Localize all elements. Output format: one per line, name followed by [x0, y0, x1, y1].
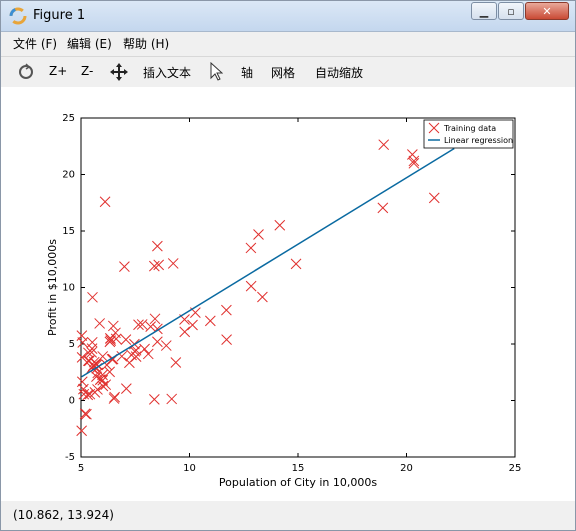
- autoscale-button[interactable]: 自动缩放: [315, 64, 363, 81]
- y-tick-label: -5: [65, 452, 75, 463]
- scatter-plot[interactable]: 5 10 15 20 25 -5 0 5 10 15 20 25 Population of City …: [1, 87, 575, 501]
- minimize-button[interactable]: ▁: [471, 2, 497, 20]
- maximize-icon: ▫: [507, 4, 515, 18]
- y-tick-label: 20: [62, 170, 75, 181]
- menu-edit[interactable]: 编辑 (E): [67, 35, 112, 52]
- toolbar: Z+ Z- 插入文本 轴 网格 自动缩放: [1, 56, 575, 88]
- y-tick-label: 0: [69, 396, 75, 407]
- axes-button[interactable]: 轴: [241, 64, 253, 81]
- x-tick-label: 15: [292, 463, 305, 474]
- x-tick-label: 20: [400, 463, 413, 474]
- rotate-icon[interactable]: [17, 63, 35, 81]
- legend-label-training: Training data: [443, 124, 496, 133]
- y-tick-label: 5: [69, 339, 75, 350]
- legend-label-regression: Linear regression: [444, 136, 513, 145]
- x-tick-label: 5: [78, 463, 84, 474]
- zoom-in-button[interactable]: Z+: [49, 64, 67, 78]
- pan-icon[interactable]: [109, 62, 129, 82]
- y-axis-label: Profit in $10,000s: [46, 239, 59, 336]
- insert-text-button[interactable]: 插入文本: [143, 64, 191, 81]
- axes-box: [80, 117, 516, 458]
- y-tick-label: 10: [62, 283, 75, 294]
- x-tick-label: 10: [183, 463, 196, 474]
- octave-app-icon: [9, 7, 27, 25]
- menu-file[interactable]: 文件 (F): [13, 35, 57, 52]
- window-controls: ▁ ▫ ✕: [470, 2, 569, 22]
- y-tick-label: 15: [62, 226, 75, 237]
- x-axis-label: Population of City in 10,000s: [219, 476, 377, 489]
- close-button[interactable]: ✕: [525, 2, 569, 20]
- minimize-icon: ▁: [479, 4, 489, 18]
- window-title: Figure 1: [33, 8, 86, 23]
- zoom-out-button[interactable]: Z-: [81, 64, 93, 78]
- y-tick-label: 25: [62, 113, 75, 124]
- plot-canvas[interactable]: 5 10 15 20 25 -5 0 5 10 15 20 25 Population of City …: [1, 87, 575, 501]
- status-bar: (10.862, 13.924): [1, 502, 575, 530]
- menu-help[interactable]: 帮助 (H): [123, 35, 169, 52]
- menu-bar: 文件 (F) 编辑 (E) 帮助 (H): [1, 32, 575, 54]
- maximize-button[interactable]: ▫: [498, 2, 524, 20]
- close-icon: ✕: [542, 4, 552, 18]
- x-tick-label: 25: [509, 463, 522, 474]
- select-pointer-icon[interactable]: [209, 62, 223, 82]
- title-bar: Figure 1 ▁ ▫ ✕: [1, 1, 575, 32]
- figure-window: Figure 1 ▁ ▫ ✕ 文件 (F) 编辑 (E) 帮助 (H) Z+ Z…: [0, 0, 576, 531]
- cursor-coordinates: (10.862, 13.924): [13, 508, 114, 522]
- grid-button[interactable]: 网格: [271, 64, 295, 81]
